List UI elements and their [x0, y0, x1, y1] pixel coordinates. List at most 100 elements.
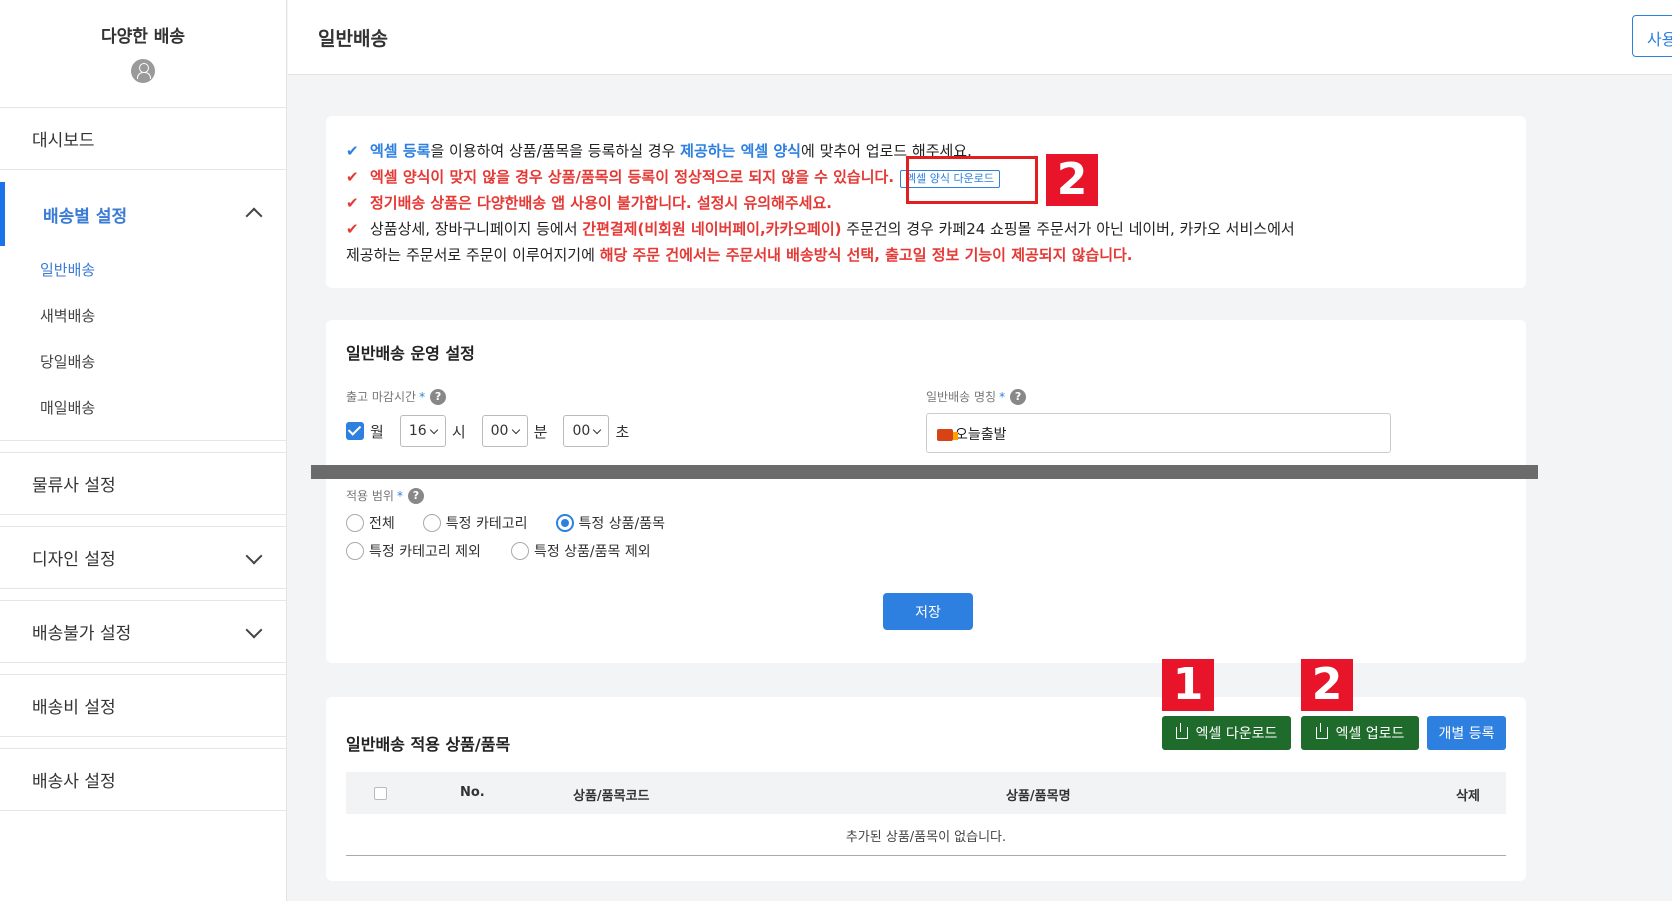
check-icon: ✔ — [346, 194, 359, 212]
minute-value: 00 — [490, 423, 509, 439]
select-all-checkbox[interactable] — [374, 787, 387, 800]
sidebar-item-label: 대시보드 — [32, 131, 95, 151]
step-marker: 2 — [1046, 154, 1098, 206]
save-button[interactable]: 저장 — [883, 593, 973, 630]
shipping-name-value: 오늘출발 — [955, 427, 1007, 443]
scope-all-radio[interactable] — [346, 514, 364, 532]
table-header: No. 상품/품목코드 상품/품목명 삭제 — [346, 772, 1506, 814]
notice-line: ✔ 상품상세, 장바구니페이지 등에서 간편결제(비회원 네이버페이,카카오페이… — [346, 216, 1506, 242]
notice-card: ✔ 엑셀 등록을 이용하여 상품/품목을 등록하실 경우 제공하는 엑셀 양식에… — [326, 116, 1526, 288]
hour-value: 16 — [408, 423, 427, 439]
download-icon — [1175, 723, 1188, 739]
upload-icon — [1315, 723, 1328, 739]
radio-label: 특정 카테고리 — [445, 516, 528, 532]
field-label-text: 적용 범위 — [346, 489, 394, 503]
second-unit: 초 — [615, 422, 630, 441]
help-icon[interactable]: ? — [1010, 388, 1027, 405]
sidebar-item-fee[interactable]: 배송비 설정 — [0, 675, 286, 737]
notice-text: 주문건의 경우 카페24 쇼핑몰 주문서가 아닌 네이버, 카카오 서비스에서 — [841, 220, 1295, 238]
sidebar-item-logistics[interactable]: 물류사 설정 — [0, 453, 286, 515]
help-icon[interactable]: ? — [430, 388, 447, 405]
sidebar-item-label: 디자인 설정 — [32, 550, 116, 570]
shipping-name-input[interactable]: 오늘출발 — [926, 413, 1391, 453]
notice-line: 제공하는 주문서로 주문이 이루어지기에 해당 주문 건에서는 주문서내 배송방… — [346, 242, 1506, 268]
notice-warning: 정기배송 상품은 다양한배송 앱 사용이 불가합니다. 설정시 유의해주세요. — [370, 194, 832, 212]
sidebar-subitem-dawn[interactable]: 새벽배송 — [0, 292, 286, 338]
check-icon: ✔ — [346, 220, 359, 238]
sidebar-subitem-daily[interactable]: 매일배송 — [0, 384, 286, 430]
cutoff-label: 출고 마감시간 *? — [346, 388, 447, 405]
scope-product-radio[interactable] — [555, 514, 574, 532]
required-mark: * — [396, 488, 403, 503]
chevron-down-icon — [245, 621, 263, 639]
avatar-icon[interactable] — [131, 59, 155, 83]
required-mark: * — [999, 389, 1006, 404]
second-value: 00 — [572, 423, 591, 439]
notice-highlight: 제공하는 엑셀 양식 — [680, 142, 801, 160]
radio-label: 특정 상품/품목 — [578, 516, 665, 532]
sidebar-item-carrier[interactable]: 배송사 설정 — [0, 749, 286, 811]
notice-text: 제공하는 주문서로 주문이 이루어지기에 — [346, 246, 600, 264]
brand-title: 다양한 배송 — [100, 27, 186, 47]
sidebar-subitem-general[interactable]: 일반배송 — [0, 246, 286, 292]
highlight-box — [906, 156, 1038, 204]
individual-register-button[interactable]: 개별 등록 — [1427, 716, 1506, 750]
settings-card: 일반배송 운영 설정 출고 마감시간 *? 월 16 시 00 분 00 초 일반… — [326, 320, 1526, 663]
chevron-up-icon — [245, 207, 263, 225]
header-action-button[interactable]: 사용 — [1632, 15, 1672, 57]
hour-select[interactable]: 16 — [399, 415, 446, 447]
scope-radio-row: 특정 카테고리 제외 특정 상품/품목 제외 — [346, 541, 651, 561]
scope-category-radio[interactable] — [422, 514, 441, 532]
notice-highlight: 엑셀 등록 — [370, 142, 431, 160]
column-header: 삭제 — [1456, 789, 1480, 804]
page-title: 일반배송 — [318, 28, 388, 50]
minute-unit: 분 — [533, 422, 548, 441]
field-label-text: 일반배송 명칭 — [926, 390, 997, 404]
second-select[interactable]: 00 — [563, 415, 610, 447]
notice-text: 상품상세, 장바구니페이지 등에서 — [370, 220, 583, 238]
notice-warning: 간편결제(비회원 네이버페이,카카오페이) — [582, 220, 842, 238]
check-icon: ✔ — [346, 168, 359, 186]
radio-label: 특정 카테고리 제외 — [369, 544, 481, 560]
chevron-down-icon — [245, 547, 263, 565]
sidebar-item-label: 배송별 설정 — [43, 206, 128, 227]
sidebar-item-shipping-settings[interactable]: 배송별 설정 — [0, 182, 286, 246]
required-mark: * — [419, 389, 426, 404]
sidebar-item-label: 배송불가 설정 — [32, 624, 132, 644]
sidebar-subitem-sameday[interactable]: 당일배송 — [0, 338, 286, 384]
sidebar-item-label: 배송비 설정 — [32, 698, 116, 718]
step-marker: 1 — [1162, 659, 1214, 711]
scroll-overlay-bar — [311, 465, 1538, 479]
sidebar-item-unavailable[interactable]: 배송불가 설정 — [0, 601, 286, 663]
products-card: 일반배송 적용 상품/품목 엑셀 다운로드 엑셀 업로드 개별 등록 1 2 N… — [326, 659, 1526, 881]
sidebar-item-label: 배송사 설정 — [32, 772, 116, 792]
field-label-text: 출고 마감시간 — [346, 390, 417, 404]
minute-select[interactable]: 00 — [481, 415, 528, 447]
column-header: 상품/품목명 — [1006, 789, 1071, 804]
excel-upload-button[interactable]: 엑셀 업로드 — [1301, 716, 1419, 750]
hour-unit: 시 — [451, 422, 466, 441]
sidebar: 다양한 배송 대시보드 배송별 설정 일반배송 새벽배송 당일배송 매일배송 물… — [0, 0, 287, 901]
button-label: 엑셀 다운로드 — [1195, 726, 1278, 742]
help-icon[interactable]: ? — [407, 487, 424, 504]
sidebar-item-dashboard[interactable]: 대시보드 — [0, 108, 286, 170]
section-title: 일반배송 운영 설정 — [346, 344, 475, 363]
check-icon: ✔ — [346, 142, 359, 160]
sidebar-item-label: 물류사 설정 — [32, 476, 116, 496]
truck-icon — [937, 429, 958, 441]
column-header: No. — [460, 785, 485, 800]
button-label: 엑셀 업로드 — [1335, 726, 1405, 742]
notice-warning: 엑셀 양식이 맞지 않을 경우 상품/품목의 등록이 정상적으로 되지 않을 수… — [370, 168, 895, 186]
step-marker: 2 — [1301, 659, 1353, 711]
name-label: 일반배송 명칭 *? — [926, 388, 1027, 405]
scope-exclude-product-radio[interactable] — [510, 542, 529, 560]
day-checkbox[interactable] — [346, 422, 364, 440]
sidebar-item-design[interactable]: 디자인 설정 — [0, 527, 286, 589]
notice-warning: 해당 주문 건에서는 주문서내 배송방식 선택, 출고일 정보 기능이 제공되지… — [599, 246, 1133, 264]
scope-exclude-category-radio[interactable] — [346, 542, 364, 560]
excel-download-button[interactable]: 엑셀 다운로드 — [1162, 716, 1291, 750]
header: 일반배송 사용 — [288, 0, 1672, 75]
scope-label: 적용 범위 *? — [346, 487, 424, 504]
column-header: 상품/품목코드 — [573, 789, 650, 804]
scope-radio-row: 전체 특정 카테고리 특정 상품/품목 — [346, 513, 665, 533]
